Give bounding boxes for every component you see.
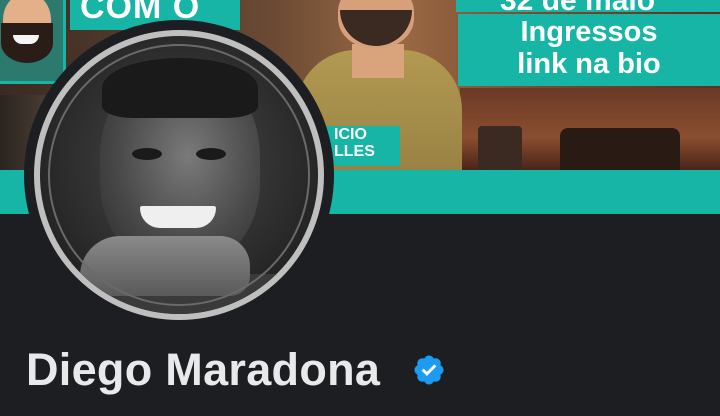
avatar[interactable] bbox=[34, 30, 324, 320]
banner-chair bbox=[478, 126, 522, 170]
banner-tickets-line2: link na bio bbox=[517, 48, 661, 80]
banner-tickets-line1: Ingressos bbox=[520, 16, 658, 48]
verified-badge-icon[interactable] bbox=[412, 353, 446, 387]
banner-cartoon-avatar bbox=[0, 0, 66, 84]
banner-sofa bbox=[560, 128, 680, 170]
profile-display-name: Diego Maradona bbox=[26, 344, 381, 395]
banner-guest-name-text: ICIO LLES bbox=[334, 126, 375, 160]
